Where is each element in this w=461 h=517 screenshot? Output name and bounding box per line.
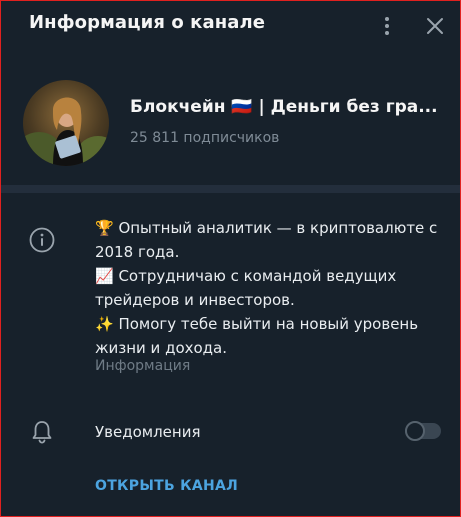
subscriber-count: 25 811 подписчиков bbox=[130, 130, 280, 146]
section-divider bbox=[0, 185, 461, 193]
description-line: 🏆 Опытный аналитик — в криптовалюте с 20… bbox=[95, 219, 438, 261]
bell-icon bbox=[30, 419, 54, 445]
description-caption: Информация bbox=[95, 358, 191, 374]
dialog-header: Информация о канале bbox=[0, 0, 461, 52]
notifications-label: Уведомления bbox=[95, 423, 201, 441]
description-line: ✨ Помогу тебе выйти на новый уровень жиз… bbox=[95, 315, 419, 357]
open-channel-button[interactable]: ОТКРЫТЬ КАНАЛ bbox=[95, 478, 238, 494]
close-icon bbox=[427, 18, 443, 34]
info-icon bbox=[29, 227, 55, 253]
channel-description: 🏆 Опытный аналитик — в криптовалюте с 20… bbox=[95, 216, 445, 360]
channel-name: Блокчейн 🇷🇺 | Деньги без гра... bbox=[130, 97, 438, 117]
description-line: 📈 Сотрудничаю с командой ведущих трейдер… bbox=[95, 267, 397, 309]
dialog-title: Информация о канале bbox=[29, 12, 266, 33]
more-vertical-icon bbox=[385, 17, 389, 21]
close-button[interactable] bbox=[422, 13, 448, 39]
more-options-button[interactable] bbox=[376, 12, 398, 40]
toggle-knob bbox=[405, 421, 425, 441]
notifications-toggle[interactable] bbox=[405, 421, 441, 441]
channel-avatar[interactable] bbox=[23, 80, 109, 166]
